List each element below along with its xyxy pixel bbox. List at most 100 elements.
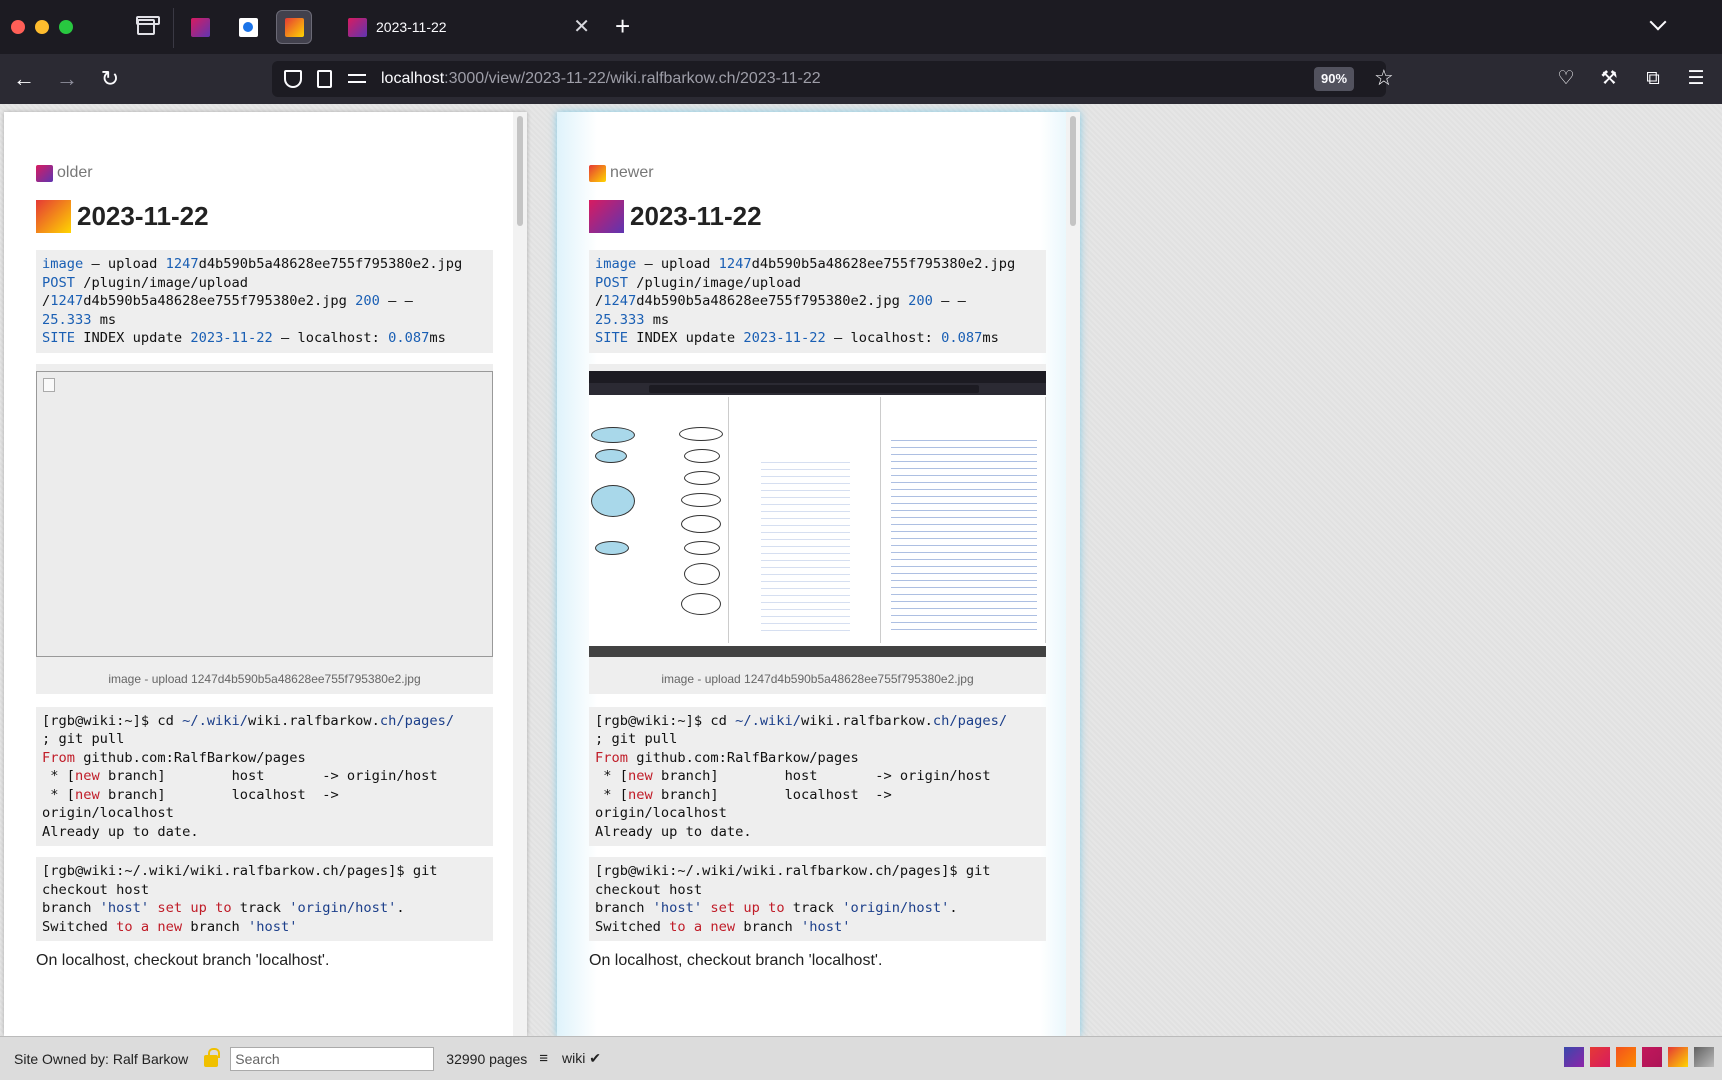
embedded-graph-node: [591, 484, 635, 517]
embedded-graph-node: [595, 540, 629, 555]
tabbar-divider: [173, 8, 174, 48]
twins-label: older: [57, 164, 93, 181]
embedded-urlbar: [649, 384, 979, 393]
code-block-log[interactable]: image – upload 1247d4b590b5a48628ee755f7…: [589, 250, 1046, 353]
wiki-page-older[interactable]: older 2023-11-22 image – upload 1247d4b5…: [4, 112, 527, 1036]
pinned-tab-2[interactable]: [230, 10, 266, 44]
neighbor-flag-icon[interactable]: [1668, 1047, 1688, 1067]
wiki-favicon-icon: [348, 17, 367, 37]
dot-favicon-icon: [238, 17, 258, 37]
status-footer: Site Owned by: Ralf Barkow 32990 pages ≡…: [0, 1036, 1722, 1080]
twin-flag-icon: [36, 164, 53, 182]
menu-icon[interactable]: ☰: [1683, 66, 1709, 92]
pocket-icon[interactable]: ♡: [1553, 66, 1579, 92]
embedded-graph-node: [681, 592, 721, 615]
scrollbar[interactable]: [1066, 112, 1080, 1036]
embedded-page-list: [891, 434, 1037, 635]
page-flag-icon[interactable]: [589, 200, 624, 233]
extensions-icon[interactable]: ⧉: [1640, 66, 1666, 92]
close-window-button[interactable]: [11, 20, 25, 34]
scrollbar[interactable]: [513, 112, 527, 1036]
page-title: 2023-11-22: [589, 200, 762, 233]
embedded-screenshot: [589, 370, 1046, 657]
embedded-graph-node: [681, 492, 721, 507]
twin-flag-icon: [589, 164, 606, 182]
embedded-graph-node: [681, 514, 721, 533]
close-icon[interactable]: ✕: [573, 17, 590, 37]
zoom-window-button[interactable]: [59, 20, 73, 34]
lock-icon[interactable]: [204, 1047, 221, 1067]
neighborhood-menu-icon[interactable]: ≡: [539, 1050, 548, 1067]
embedded-graph-node: [591, 426, 635, 443]
back-icon[interactable]: ←: [11, 66, 37, 92]
image-item[interactable]: image - upload 1247d4b590b5a48628ee755f7…: [589, 363, 1046, 694]
paragraph: On localhost, checkout branch 'localhost…: [589, 952, 883, 969]
broken-image-icon: [43, 377, 55, 392]
broken-image[interactable]: [36, 370, 493, 657]
reload-icon[interactable]: ↻: [97, 66, 123, 92]
embedded-graph-node: [684, 540, 720, 555]
page-icon: [317, 70, 332, 88]
url-text[interactable]: localhost:3000/view/2023-11-22/wiki.ralf…: [381, 70, 821, 88]
page-title-text: 2023-11-22: [630, 201, 762, 231]
embedded-graph-node: [595, 448, 627, 463]
embedded-journal-graph: [761, 456, 850, 635]
neighborhood-flags: [1564, 1047, 1714, 1067]
search-input[interactable]: [230, 1046, 435, 1071]
url-bar[interactable]: localhost:3000/view/2023-11-22/wiki.ralf…: [272, 61, 1394, 97]
wiki-favicon-icon: [284, 17, 304, 37]
embedded-journal-pane: [731, 396, 881, 643]
site-owner-label: Site Owned by: Ralf Barkow: [14, 1050, 189, 1067]
embedded-page-pane: [883, 396, 1046, 643]
wiki-lineup: older 2023-11-22 image – upload 1247d4b5…: [0, 104, 1722, 1036]
embedded-graph-pane: [589, 396, 729, 643]
neighbor-flag-icon[interactable]: [1590, 1047, 1610, 1067]
pinned-tab-3[interactable]: [276, 10, 312, 44]
page-count: 32990 pages: [446, 1050, 528, 1067]
archive-icon: [136, 16, 160, 35]
star-icon[interactable]: ☆: [1374, 66, 1394, 90]
scrollbar-thumb[interactable]: [1070, 116, 1076, 226]
twins-label: newer: [610, 164, 654, 181]
twins-link[interactable]: newer: [589, 164, 654, 182]
uploaded-screenshot-image[interactable]: [589, 370, 1046, 657]
embedded-graph-node: [684, 470, 720, 485]
embedded-footer: [589, 645, 1046, 657]
embedded-graph-node: [684, 448, 720, 463]
zoom-level-badge[interactable]: 90%: [1314, 67, 1355, 91]
image-item[interactable]: image - upload 1247d4b590b5a48628ee755f7…: [36, 363, 493, 694]
shield-icon[interactable]: [284, 70, 302, 88]
twins-link[interactable]: older: [36, 164, 93, 182]
paragraph: On localhost, checkout branch 'localhost…: [36, 952, 330, 969]
page-title: 2023-11-22: [36, 200, 209, 233]
image-caption: image - upload 1247d4b590b5a48628ee755f7…: [108, 671, 421, 686]
chevron-down-icon[interactable]: [1649, 13, 1667, 31]
code-block-log[interactable]: image – upload 1247d4b590b5a48628ee755f7…: [36, 250, 493, 353]
wrench-icon[interactable]: ⚒: [1596, 66, 1622, 92]
wiki-favicon-icon: [190, 17, 210, 37]
embedded-tabbar: [589, 370, 1046, 383]
story: image – upload 1247d4b590b5a48628ee755f7…: [589, 250, 1046, 970]
neighbor-flag-icon[interactable]: [1642, 1047, 1662, 1067]
story: image – upload 1247d4b590b5a48628ee755f7…: [36, 250, 493, 970]
neighbor-flag-icon[interactable]: [1564, 1047, 1584, 1067]
wiki-status[interactable]: wiki ✔: [562, 1050, 601, 1067]
code-block-git-pull[interactable]: [rgb@wiki:~]$ cd ~/.wiki/wiki.ralfbarkow…: [36, 706, 493, 846]
code-block-git-pull[interactable]: [rgb@wiki:~]$ cd ~/.wiki/wiki.ralfbarkow…: [589, 706, 1046, 846]
tab-bar: 2023-11-22 ✕ +: [0, 0, 1722, 54]
minimize-window-button[interactable]: [35, 20, 49, 34]
page-flag-icon[interactable]: [36, 200, 71, 233]
neighbor-flag-icon[interactable]: [1616, 1047, 1636, 1067]
tab-2023-11-22[interactable]: 2023-11-22 ✕: [338, 10, 600, 44]
pinned-tab-1[interactable]: [182, 10, 218, 44]
firefox-view-button[interactable]: [128, 10, 164, 44]
code-block-git-checkout[interactable]: [rgb@wiki:~/.wiki/wiki.ralfbarkow.ch/pag…: [36, 857, 493, 941]
wiki-page-newer[interactable]: newer 2023-11-22 image – upload 1247d4b5…: [557, 112, 1080, 1036]
permissions-icon[interactable]: [348, 72, 366, 86]
image-caption: image - upload 1247d4b590b5a48628ee755f7…: [661, 671, 974, 686]
forward-icon[interactable]: →: [54, 66, 80, 92]
plus-icon[interactable]: +: [615, 12, 630, 40]
code-block-git-checkout[interactable]: [rgb@wiki:~/.wiki/wiki.ralfbarkow.ch/pag…: [589, 857, 1046, 941]
scrollbar-thumb[interactable]: [517, 116, 523, 226]
neighbor-flag-icon[interactable]: [1694, 1047, 1714, 1067]
